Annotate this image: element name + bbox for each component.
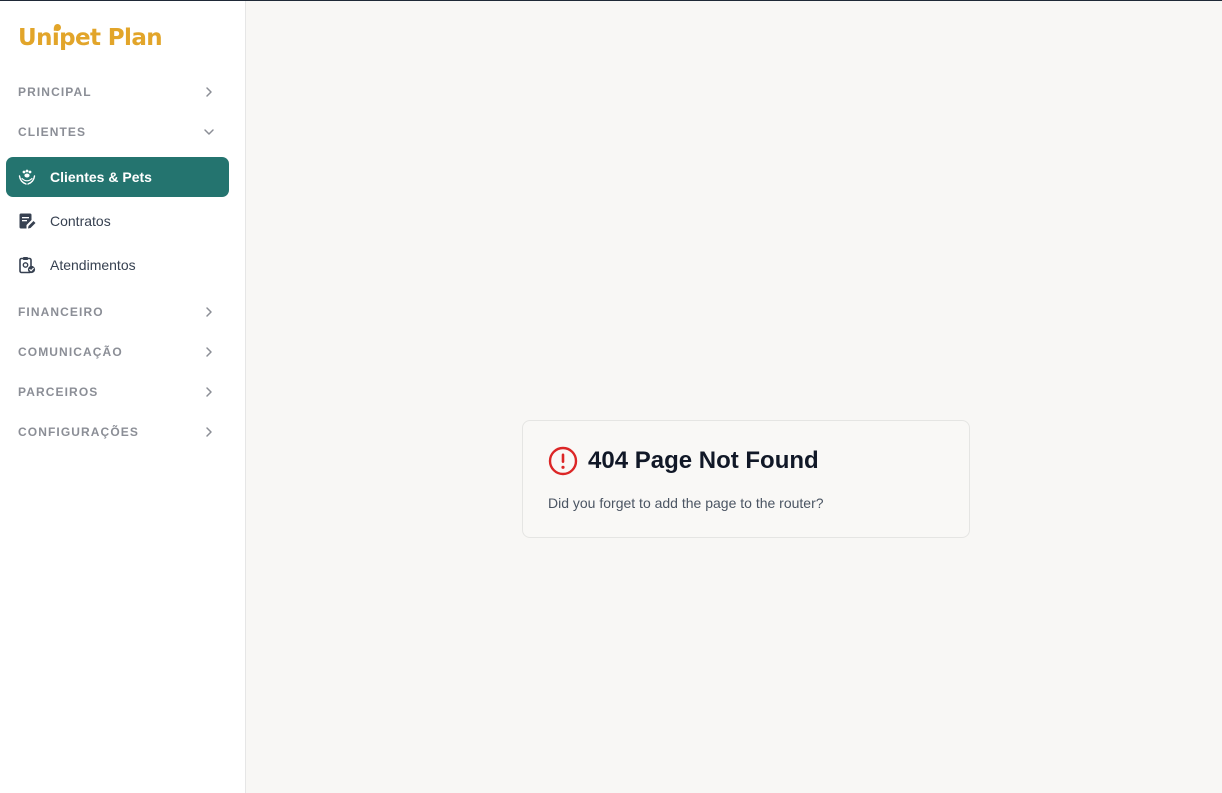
document-edit-icon bbox=[19, 213, 36, 229]
not-found-card: 404 Page Not Found Did you forget to add… bbox=[522, 420, 970, 538]
sidebar-section-parceiros[interactable]: PARCEIROS bbox=[0, 377, 245, 407]
sidebar-section-configuracoes[interactable]: CONFIGURAÇÕES bbox=[0, 417, 245, 447]
sidebar-section-financeiro[interactable]: FINANCEIRO bbox=[0, 297, 245, 327]
sidebar-section-clientes[interactable]: CLIENTES bbox=[0, 117, 245, 147]
sidebar-item-atendimentos[interactable]: Atendimentos bbox=[6, 245, 229, 285]
error-title: 404 Page Not Found bbox=[588, 447, 819, 474]
sidebar-item-label: Atendimentos bbox=[50, 257, 136, 273]
chevron-right-icon bbox=[206, 427, 212, 437]
sidebar-section-label: PRINCIPAL bbox=[18, 85, 92, 99]
brand-logo[interactable]: Unipet Plan bbox=[18, 24, 163, 51]
sidebar: Unipet Plan PRINCIPAL CLIENTES Clientes … bbox=[0, 1, 246, 793]
chevron-right-icon bbox=[206, 347, 212, 357]
chevron-down-icon bbox=[204, 129, 214, 135]
chevron-right-icon bbox=[206, 307, 212, 317]
alert-circle-icon bbox=[548, 446, 578, 476]
sidebar-item-contratos[interactable]: Contratos bbox=[6, 201, 229, 241]
clipboard-check-icon bbox=[19, 257, 36, 274]
chevron-right-icon bbox=[206, 387, 212, 397]
sidebar-section-label: PARCEIROS bbox=[18, 385, 99, 399]
sidebar-section-label: CLIENTES bbox=[18, 125, 87, 139]
sidebar-section-comunicacao[interactable]: COMUNICAÇÃO bbox=[0, 337, 245, 367]
sidebar-section-label: CONFIGURAÇÕES bbox=[18, 425, 139, 439]
logo-paw-dot bbox=[54, 24, 61, 31]
sidebar-section-label: FINANCEIRO bbox=[18, 305, 104, 319]
sidebar-item-clientes-pets[interactable]: Clientes & Pets bbox=[6, 157, 229, 197]
sidebar-item-label: Clientes & Pets bbox=[50, 169, 152, 185]
chevron-right-icon bbox=[206, 87, 212, 97]
error-message: Did you forget to add the page to the ro… bbox=[548, 495, 824, 511]
sidebar-section-principal[interactable]: PRINCIPAL bbox=[0, 77, 245, 107]
sidebar-section-label: COMUNICAÇÃO bbox=[18, 345, 123, 359]
pet-hands-icon bbox=[18, 169, 36, 185]
sidebar-item-label: Contratos bbox=[50, 213, 111, 229]
brand-name: Unipet Plan bbox=[18, 25, 163, 51]
